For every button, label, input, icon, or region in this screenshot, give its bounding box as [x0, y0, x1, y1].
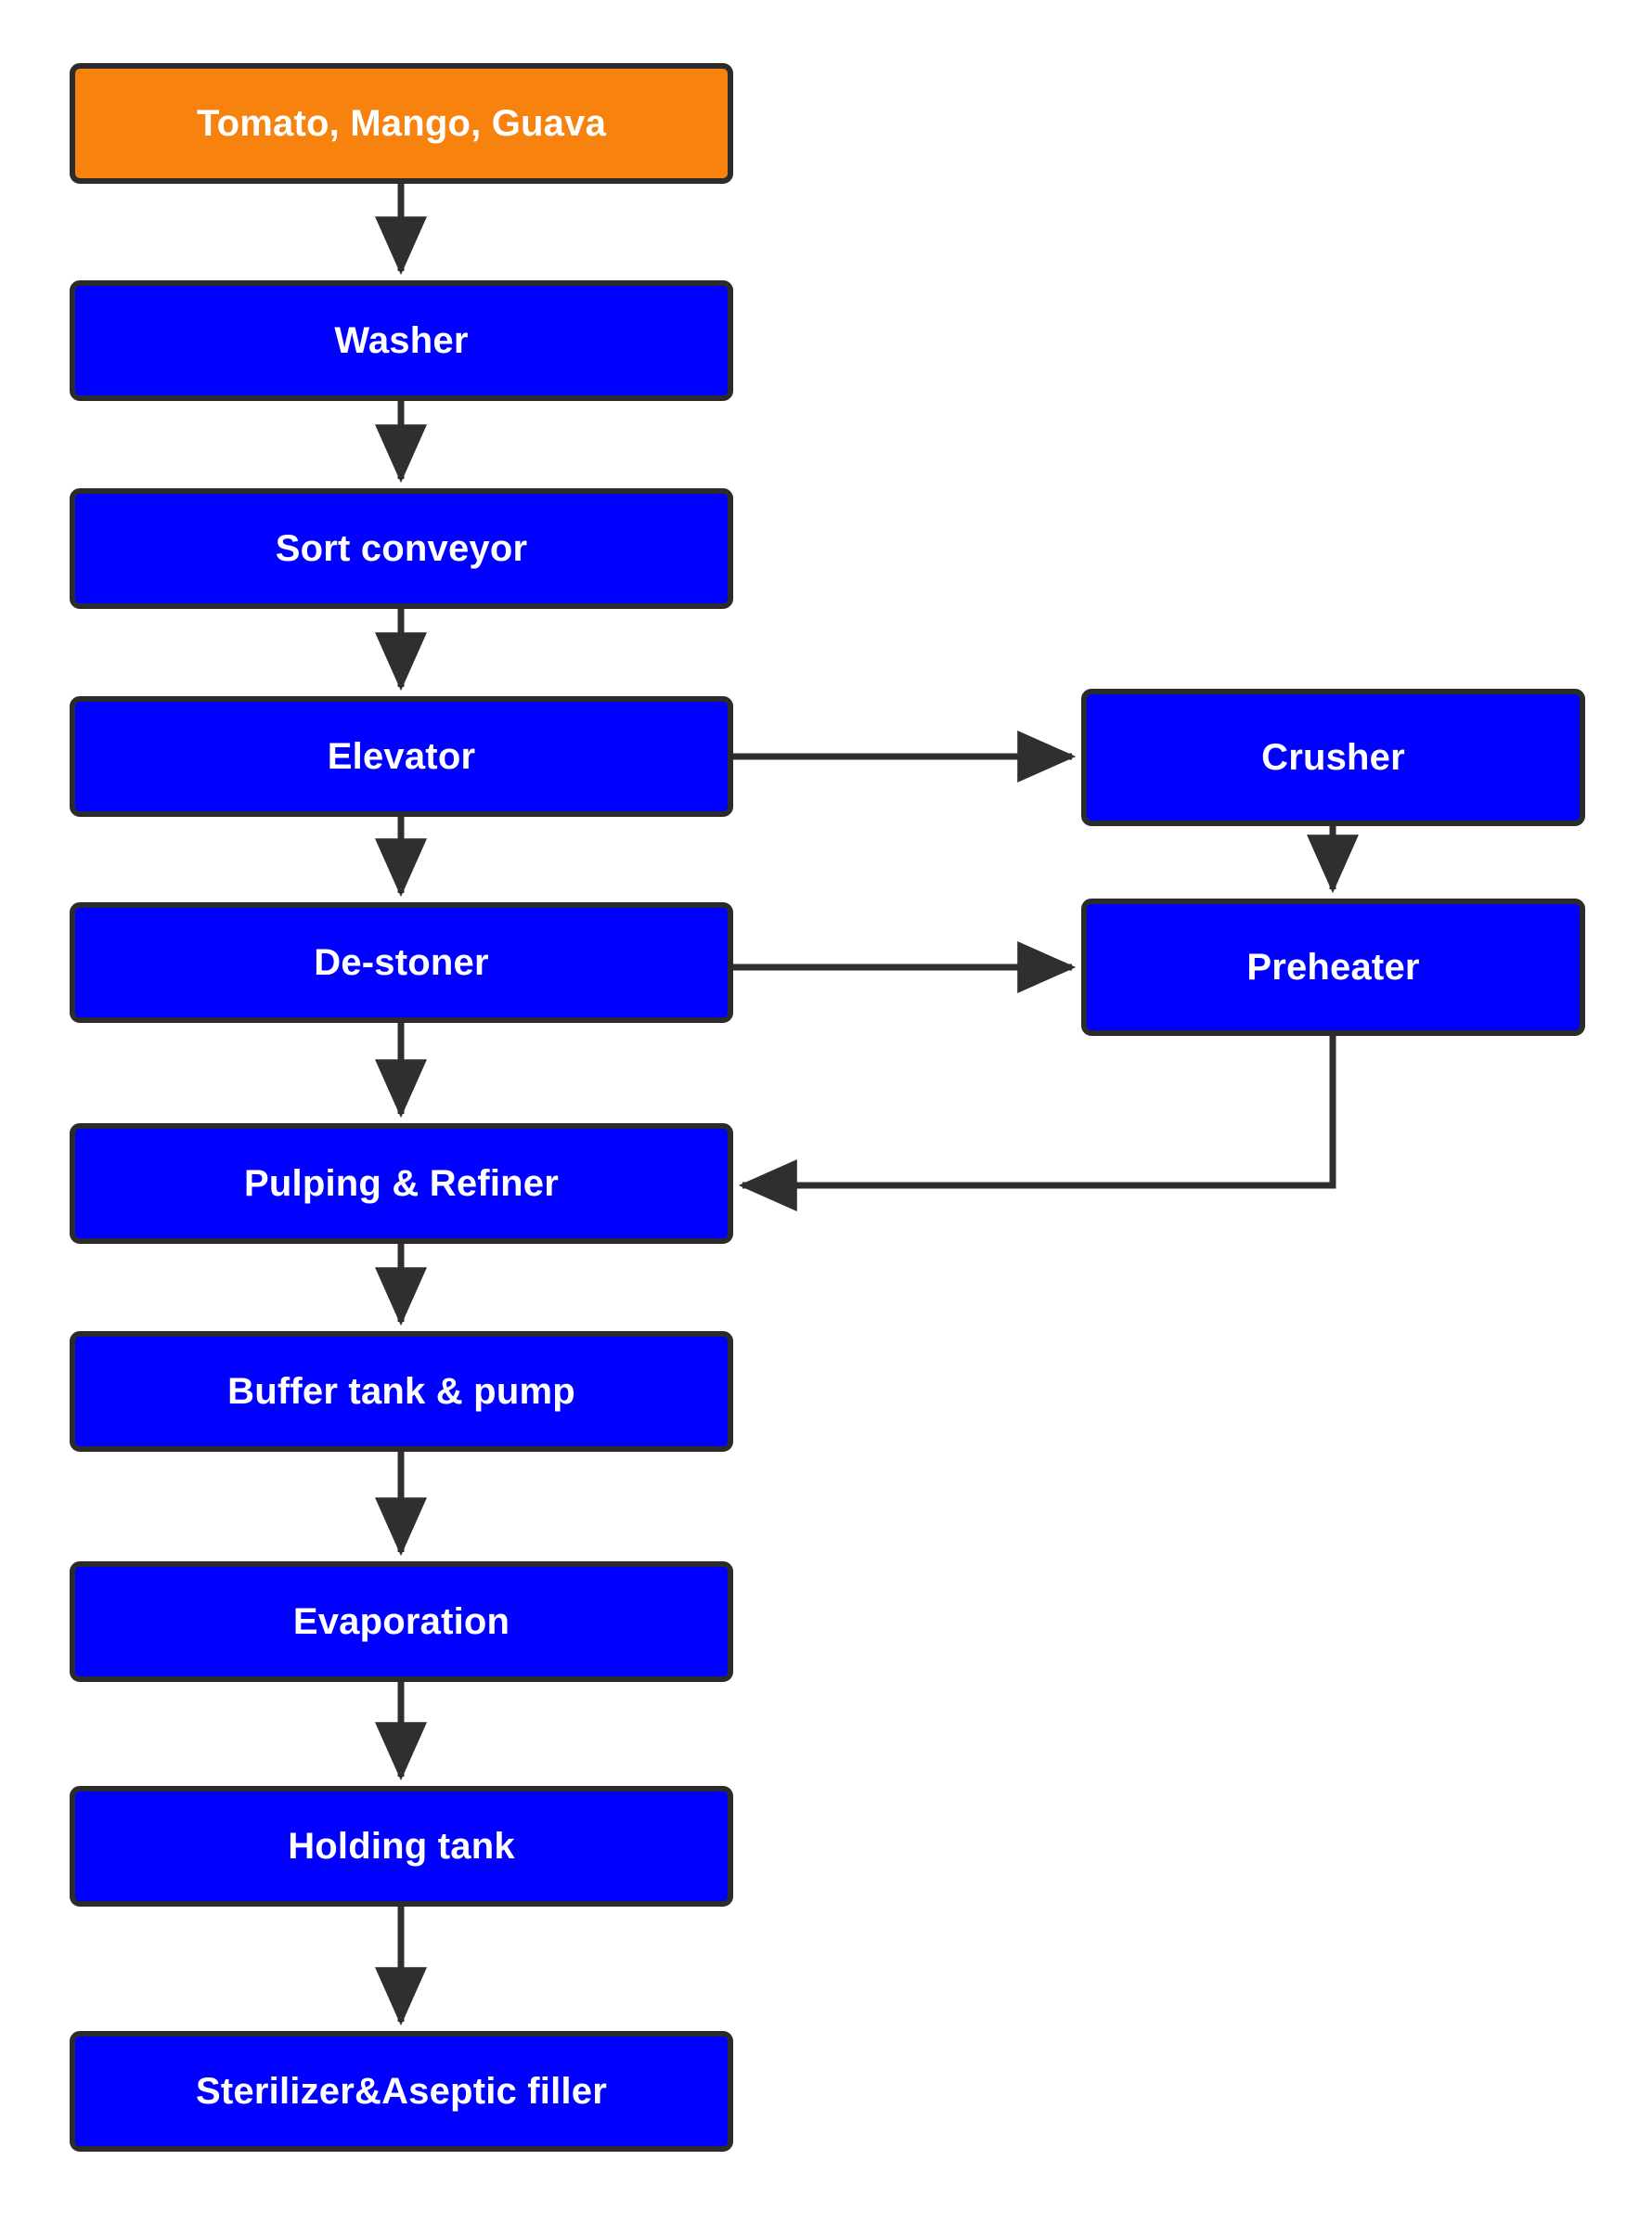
node-sterilizer-aseptic-filler[interactable]: Sterilizer&Aseptic filler: [70, 2031, 733, 2152]
edge-preheater-to-pulping-refiner: [738, 1036, 1336, 1211]
node-buffer-tank-pump[interactable]: Buffer tank & pump: [70, 1331, 733, 1452]
node-crusher-label: Crusher: [1261, 737, 1405, 778]
flowchart-canvas: Tomato, Mango, Guava Washer Sort conveyo…: [0, 0, 1652, 2225]
node-raw-material-label: Tomato, Mango, Guava: [196, 103, 607, 144]
node-preheater-label: Preheater: [1246, 947, 1420, 988]
node-preheater[interactable]: Preheater: [1081, 899, 1585, 1036]
node-pulping-refiner-label: Pulping & Refiner: [244, 1163, 559, 1204]
node-de-stoner[interactable]: De-stoner: [70, 902, 733, 1023]
node-sterilizer-aseptic-filler-label: Sterilizer&Aseptic filler: [196, 2071, 607, 2112]
node-washer[interactable]: Washer: [70, 280, 733, 401]
node-pulping-refiner[interactable]: Pulping & Refiner: [70, 1123, 733, 1244]
node-elevator[interactable]: Elevator: [70, 696, 733, 817]
node-evaporation-label: Evaporation: [292, 1601, 510, 1642]
node-evaporation[interactable]: Evaporation: [70, 1561, 733, 1682]
node-de-stoner-label: De-stoner: [314, 942, 489, 983]
node-elevator-label: Elevator: [327, 736, 476, 777]
node-washer-label: Washer: [334, 320, 469, 361]
node-crusher[interactable]: Crusher: [1081, 689, 1585, 826]
node-sort-conveyor[interactable]: Sort conveyor: [70, 488, 733, 609]
node-holding-tank[interactable]: Holding tank: [70, 1786, 733, 1907]
node-raw-material[interactable]: Tomato, Mango, Guava: [70, 63, 733, 184]
node-holding-tank-label: Holding tank: [288, 1826, 515, 1867]
node-sort-conveyor-label: Sort conveyor: [275, 528, 528, 569]
node-buffer-tank-pump-label: Buffer tank & pump: [227, 1371, 575, 1412]
